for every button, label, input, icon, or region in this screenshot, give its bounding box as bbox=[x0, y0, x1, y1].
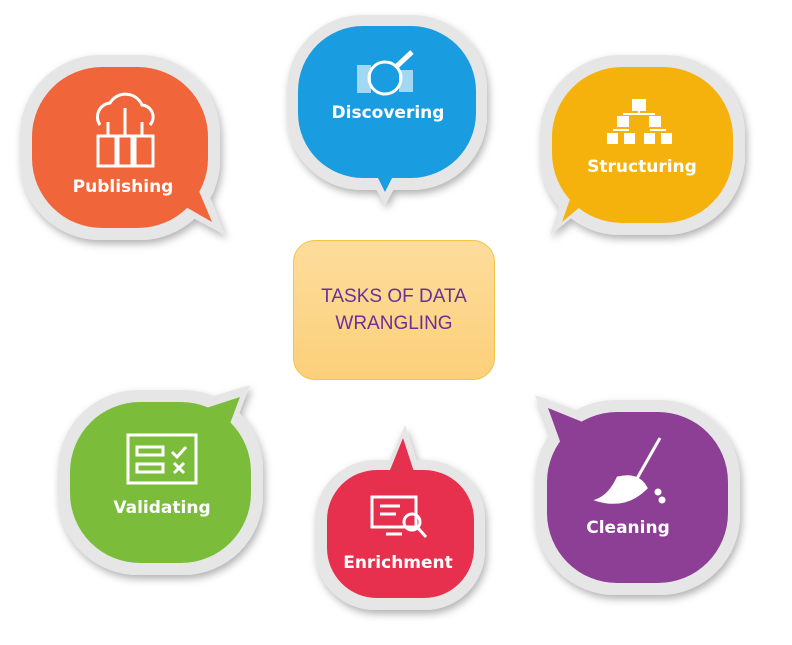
bubble-label: Discovering bbox=[332, 103, 445, 123]
bubble-publishing: Publishing bbox=[20, 55, 225, 240]
center-title-box: TASKS OF DATA WRANGLING bbox=[293, 240, 495, 380]
bubble-label: Validating bbox=[113, 498, 210, 518]
bubble-cleaning: Cleaning bbox=[535, 395, 740, 595]
bubble-label: Enrichment bbox=[343, 553, 453, 573]
bubble-label: Cleaning bbox=[586, 518, 670, 538]
bubble-enrichment: Enrichment bbox=[315, 425, 485, 610]
center-title: TASKS OF DATA WRANGLING bbox=[321, 286, 467, 334]
bubble-validating: Validating bbox=[58, 385, 263, 575]
bubble-discovering: Discovering bbox=[287, 15, 487, 205]
bubble-label: Structuring bbox=[587, 157, 697, 177]
bubble-structuring: Structuring bbox=[540, 55, 745, 235]
bubble-label: Publishing bbox=[73, 177, 174, 197]
